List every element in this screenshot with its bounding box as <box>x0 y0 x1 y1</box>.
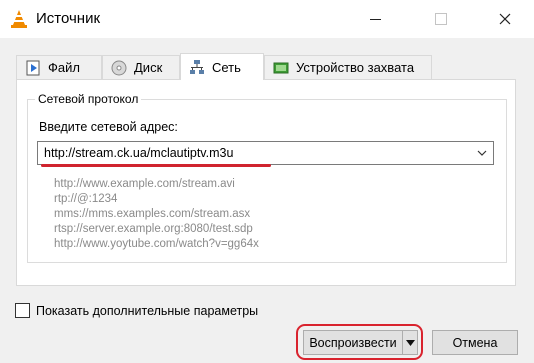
maximize-icon <box>435 13 447 25</box>
show-more-options-label[interactable]: Показать дополнительные параметры <box>36 304 258 318</box>
close-button[interactable] <box>482 0 528 38</box>
file-icon <box>26 60 40 75</box>
tab-network-label: Сеть <box>212 59 241 75</box>
network-address-input[interactable]: http://stream.ck.ua/mclautiptv.m3u <box>44 146 233 160</box>
tab-file[interactable]: Файл <box>16 55 102 79</box>
address-label: Введите сетевой адрес: <box>39 120 178 134</box>
example-urls: http://www.example.com/stream.avi rtp://… <box>54 177 259 252</box>
window-title: Источник <box>36 10 101 27</box>
chevron-down-icon[interactable] <box>474 145 490 161</box>
disc-icon <box>111 60 127 75</box>
network-address-combobox[interactable]: http://stream.ck.ua/mclautiptv.m3u <box>37 141 494 165</box>
maximize-button[interactable] <box>418 0 464 38</box>
tab-disc-label: Диск <box>134 60 163 75</box>
tab-file-label: Файл <box>48 60 80 75</box>
tab-capture-device-label: Устройство захвата <box>296 60 415 75</box>
minimize-button[interactable] <box>352 0 398 38</box>
triangle-down-icon <box>405 339 415 346</box>
capture-device-icon <box>273 62 289 73</box>
example-url: http://www.yoytube.com/watch?v=gg64x <box>54 238 259 250</box>
tab-capture-device[interactable]: Устройство захвата <box>264 55 432 79</box>
tab-disc[interactable]: Диск <box>102 55 180 79</box>
highlight-underline <box>41 164 271 167</box>
show-more-options-checkbox[interactable] <box>15 303 30 318</box>
tab-bar: Файл Диск Сеть Устройство захвата <box>16 53 436 80</box>
example-url: http://www.example.com/stream.avi <box>54 178 235 190</box>
title-bar: Источник <box>0 0 534 38</box>
play-dropdown-button[interactable] <box>402 330 418 355</box>
group-title: Сетевой протокол <box>35 92 142 106</box>
close-icon <box>499 13 511 25</box>
network-icon <box>190 60 204 74</box>
tab-network[interactable]: Сеть <box>180 53 264 80</box>
example-url: rtsp://server.example.org:8080/test.sdp <box>54 223 253 235</box>
minimize-icon <box>369 18 381 20</box>
vlc-cone-icon <box>11 10 27 28</box>
example-url: mms://mms.examples.com/stream.asx <box>54 208 251 220</box>
example-url: rtp://@:1234 <box>54 193 118 205</box>
play-button[interactable]: Воспроизвести <box>303 330 403 355</box>
cancel-button[interactable]: Отмена <box>432 330 518 355</box>
